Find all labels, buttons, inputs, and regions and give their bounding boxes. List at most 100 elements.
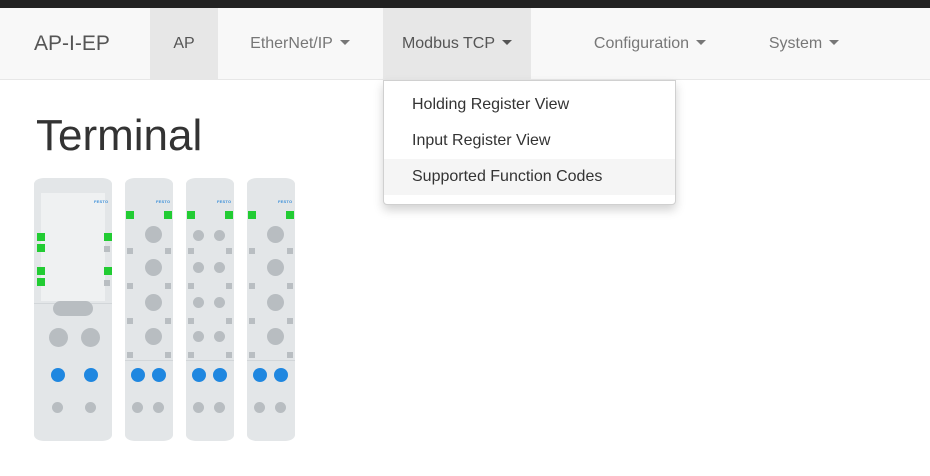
- status-led: [37, 267, 45, 275]
- chevron-down-icon: [502, 40, 513, 46]
- connector-port-small: [214, 230, 225, 241]
- connector-port: [145, 259, 162, 276]
- nav-item-configuration[interactable]: Configuration: [560, 8, 740, 79]
- connector-port: [145, 328, 162, 345]
- status-led-off: [249, 318, 255, 324]
- nav-item-label: Modbus TCP: [401, 35, 496, 52]
- status-led-off: [165, 352, 171, 358]
- connector-blue: [274, 368, 288, 382]
- status-led-off: [188, 283, 194, 289]
- status-led-off: [127, 248, 133, 254]
- status-led: [286, 211, 294, 219]
- navbar-brand[interactable]: AP-I-EP: [34, 8, 110, 80]
- status-led: [248, 211, 256, 219]
- page-title: Terminal: [36, 111, 203, 160]
- terminal-module-bus-node: FESTO: [34, 178, 112, 441]
- connector-blue: [84, 368, 98, 382]
- connector-port: [267, 259, 284, 276]
- status-led-off: [249, 352, 255, 358]
- status-led-off: [127, 318, 133, 324]
- connector-port: [267, 328, 284, 345]
- module-divider: [125, 360, 173, 361]
- status-led: [126, 211, 134, 219]
- connector-port-small: [193, 297, 204, 308]
- status-led-off: [226, 248, 232, 254]
- module-divider: [247, 360, 295, 361]
- connector-port: [145, 226, 162, 243]
- status-led-off: [226, 318, 232, 324]
- top-dark-strip: [0, 0, 930, 8]
- terminal-module-io: FESTO: [247, 178, 295, 441]
- status-led-off: [165, 283, 171, 289]
- connector-grey: [254, 402, 265, 413]
- connector-blue: [51, 368, 65, 382]
- status-led: [37, 278, 45, 286]
- connector-grey: [132, 402, 143, 413]
- menu-item-input-register-view[interactable]: Input Register View: [384, 123, 675, 159]
- connector-port: [145, 294, 162, 311]
- connector-grey: [214, 402, 225, 413]
- chevron-down-icon: [339, 40, 350, 46]
- festo-logo: FESTO: [217, 199, 232, 204]
- connector-grey: [52, 402, 63, 413]
- status-led: [37, 233, 45, 241]
- connector-port-small: [214, 297, 225, 308]
- module-slot: [53, 301, 93, 316]
- module-divider: [186, 360, 234, 361]
- status-led: [37, 244, 45, 252]
- status-led-off: [287, 248, 293, 254]
- connector-port-small: [214, 262, 225, 273]
- status-led-off: [287, 352, 293, 358]
- connector-blue: [253, 368, 267, 382]
- modbus-tcp-dropdown-menu: Holding Register View Input Register Vie…: [383, 80, 676, 205]
- nav-item-label: AP: [173, 35, 195, 52]
- status-led: [187, 211, 195, 219]
- status-led-off: [287, 283, 293, 289]
- connector-port-small: [193, 230, 204, 241]
- festo-logo: FESTO: [94, 199, 109, 204]
- status-led-off: [287, 318, 293, 324]
- status-led-off: [188, 352, 194, 358]
- connector-grey: [275, 402, 286, 413]
- terminal-module-io: FESTO: [186, 178, 234, 441]
- navbar: AP-I-EP AP EtherNet/IP Modbus TCP Config…: [0, 8, 930, 80]
- connector-blue: [213, 368, 227, 382]
- chevron-down-icon: [829, 40, 840, 46]
- connector-port: [81, 328, 100, 347]
- nav-item-system[interactable]: System: [748, 8, 860, 79]
- connector-port-small: [193, 262, 204, 273]
- connector-port-small: [193, 331, 204, 342]
- connector-grey: [85, 402, 96, 413]
- status-led: [225, 211, 233, 219]
- status-led-off: [249, 248, 255, 254]
- nav-item-label: Configuration: [593, 35, 690, 52]
- festo-logo: FESTO: [278, 199, 293, 204]
- connector-grey: [193, 402, 204, 413]
- connector-port: [267, 226, 284, 243]
- festo-logo: FESTO: [156, 199, 171, 204]
- nav-item-label: System: [768, 35, 823, 52]
- nav-item-label: EtherNet/IP: [250, 35, 333, 52]
- connector-port: [49, 328, 68, 347]
- status-led-off: [165, 248, 171, 254]
- status-led-off: [104, 280, 110, 286]
- menu-item-supported-function-codes[interactable]: Supported Function Codes: [384, 159, 675, 195]
- chevron-down-icon: [696, 40, 707, 46]
- status-led: [164, 211, 172, 219]
- menu-item-holding-register-view[interactable]: Holding Register View: [384, 87, 675, 123]
- connector-port-small: [214, 331, 225, 342]
- status-led-off: [226, 283, 232, 289]
- terminal-module-io: FESTO: [125, 178, 173, 441]
- status-led: [104, 233, 112, 241]
- nav-item-ethernet-ip[interactable]: EtherNet/IP: [220, 8, 380, 79]
- connector-blue: [152, 368, 166, 382]
- status-led: [104, 267, 112, 275]
- module-display-panel: [41, 193, 105, 301]
- status-led-off: [165, 318, 171, 324]
- nav-item-ap[interactable]: AP: [150, 8, 218, 79]
- connector-grey: [153, 402, 164, 413]
- status-led-off: [104, 246, 110, 252]
- nav-item-modbus-tcp[interactable]: Modbus TCP: [383, 8, 531, 79]
- connector-port: [267, 294, 284, 311]
- status-led-off: [249, 283, 255, 289]
